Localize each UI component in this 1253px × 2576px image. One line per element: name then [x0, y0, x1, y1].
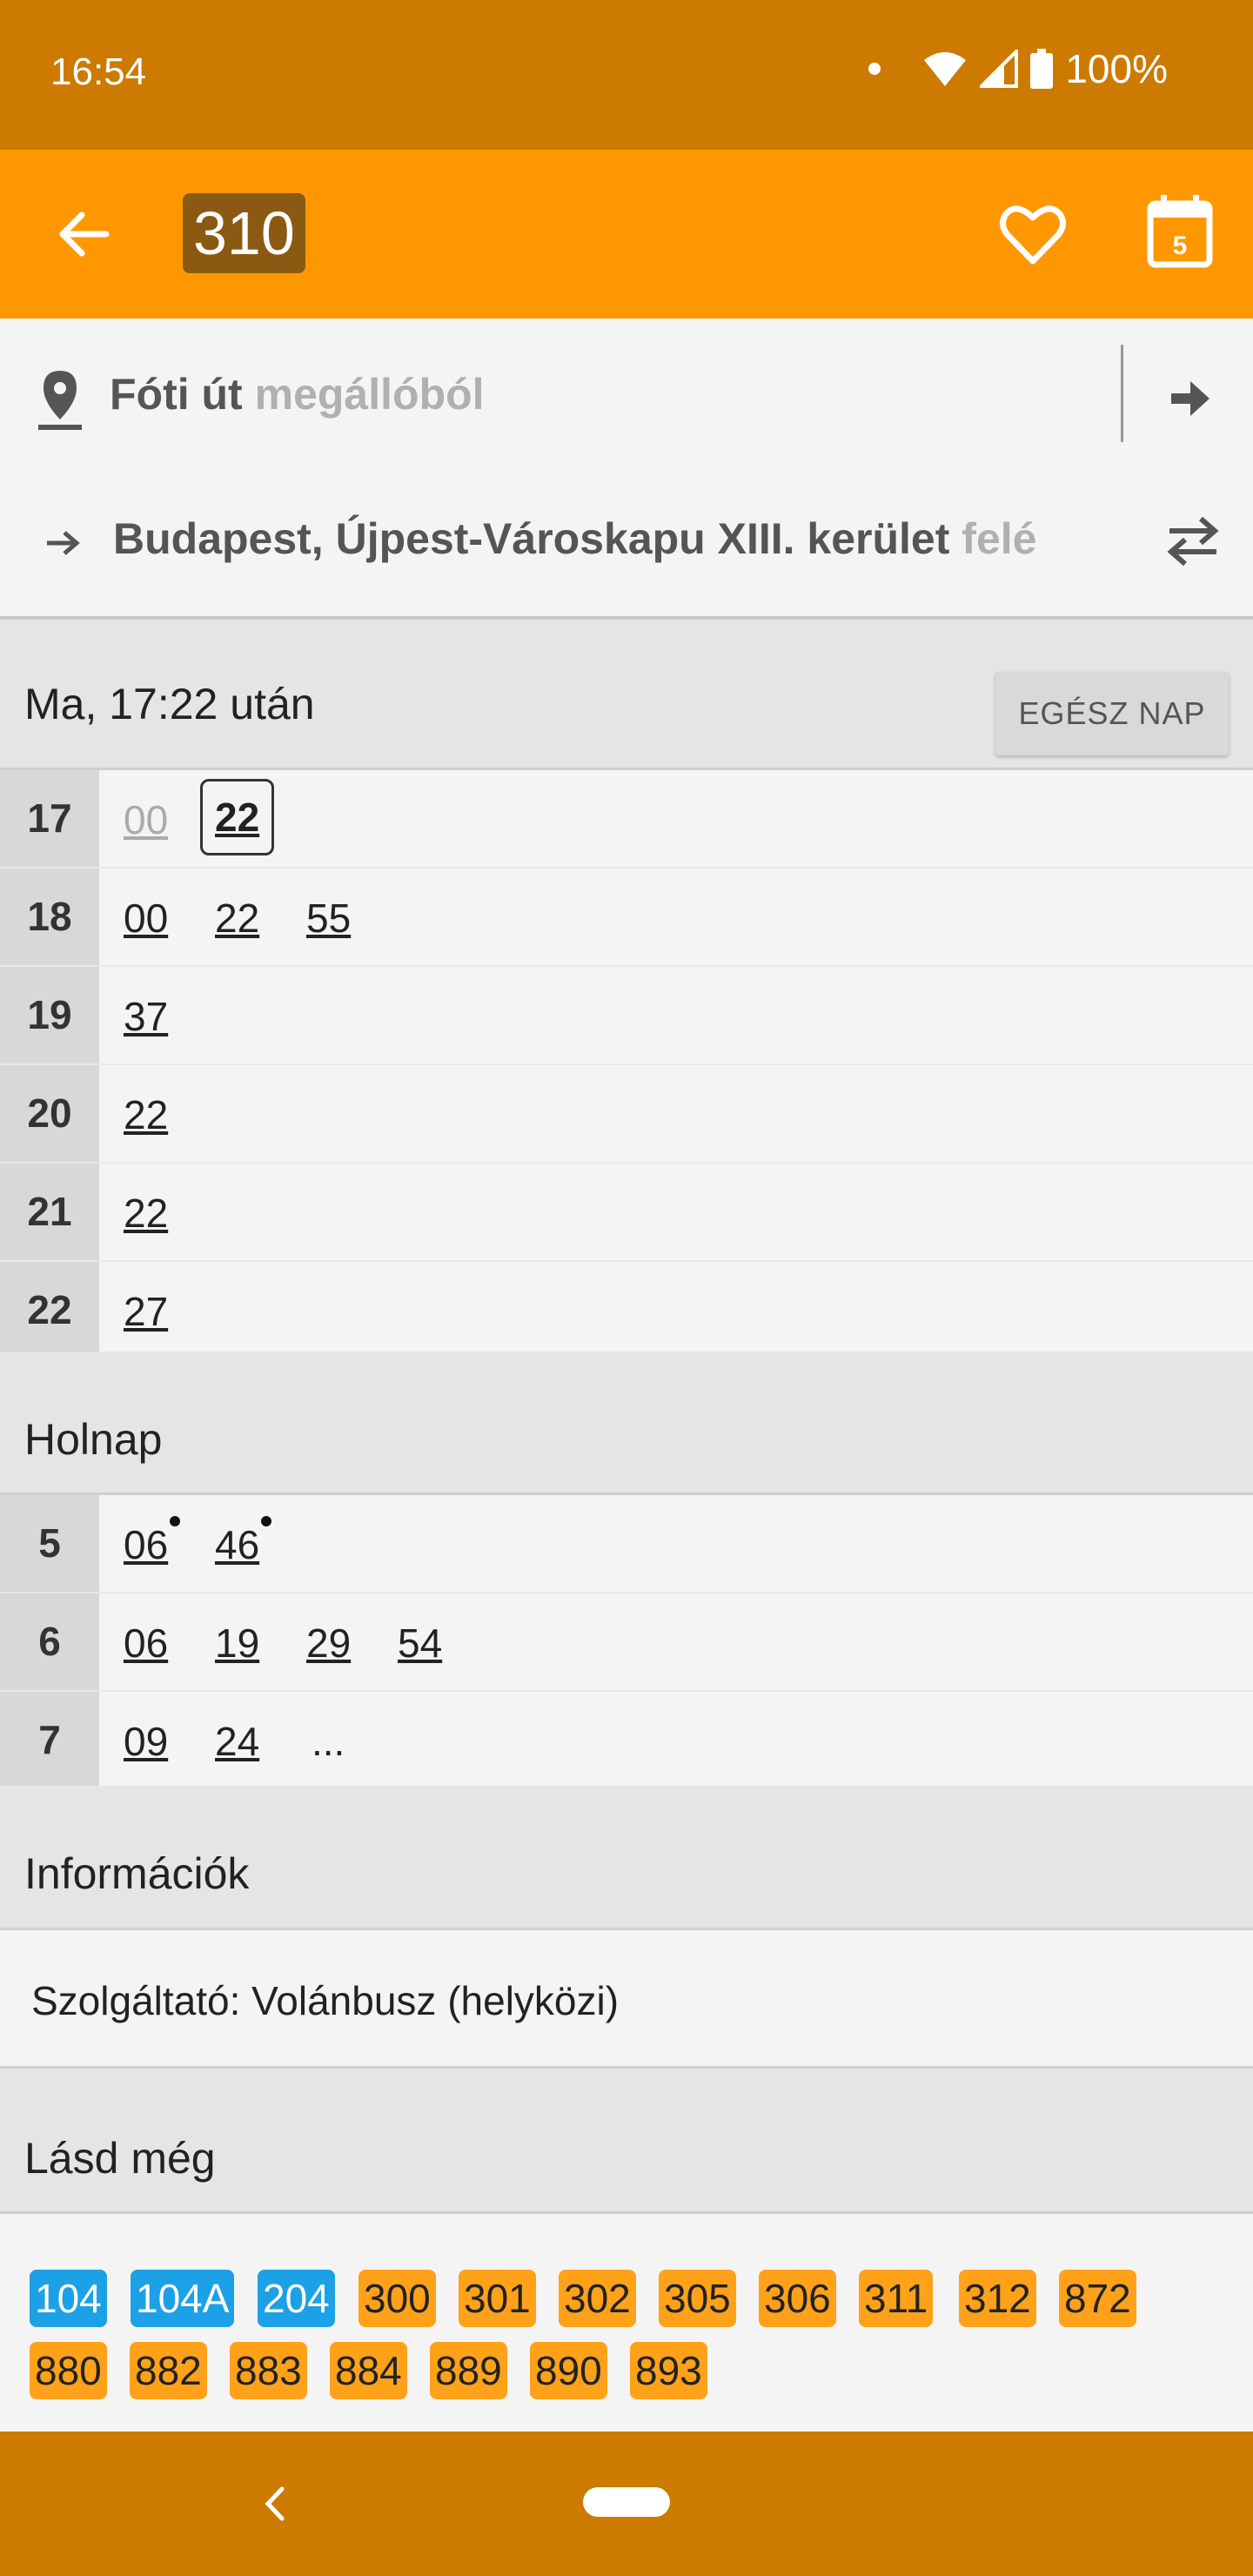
hour-label: 21: [0, 1164, 99, 1260]
svg-text:5: 5: [1173, 231, 1188, 260]
hour-label: 5: [0, 1495, 99, 1592]
timetable-row: 20 22: [0, 1065, 1253, 1164]
nav-back-icon[interactable]: [258, 2484, 292, 2524]
hour-label: 17: [0, 770, 99, 867]
location-pin-icon: [38, 371, 82, 430]
today-section-header: Ma, 17:22 után EGÉSZ NAP: [0, 620, 1253, 770]
operator-text: Szolgáltató: Volánbusz (helyközi): [31, 1978, 620, 2023]
hour-label: 22: [0, 1262, 99, 1358]
battery-percent: 100%: [1065, 46, 1168, 91]
see-also-section-header: Lásd még: [0, 2069, 1253, 2214]
see-also-header: Lásd még: [24, 2134, 216, 2183]
nav-home-pill[interactable]: [583, 2487, 670, 2517]
timetable-row: 5 06 46: [0, 1495, 1253, 1593]
departure-minute[interactable]: 24: [215, 1718, 259, 1765]
route-number-badge: 310: [183, 193, 305, 273]
route-chip[interactable]: 301: [459, 2270, 536, 2327]
departure-minute[interactable]: 22: [124, 1091, 168, 1138]
route-chip[interactable]: 104: [30, 2270, 107, 2327]
departure-minute[interactable]: 09: [124, 1718, 168, 1765]
direction-arrow-icon: [47, 531, 80, 555]
tomorrow-section-header: Holnap: [0, 1352, 1253, 1495]
route-chip[interactable]: 893: [630, 2342, 707, 2399]
route-chip[interactable]: 302: [559, 2270, 636, 2327]
divider: [1121, 345, 1123, 442]
departure-minute[interactable]: 00: [124, 796, 168, 843]
today-header: Ma, 17:22 után: [24, 680, 315, 728]
hour-label: 7: [0, 1692, 99, 1788]
all-day-button[interactable]: EGÉSZ NAP: [995, 672, 1229, 755]
route-chip[interactable]: 204: [258, 2270, 335, 2327]
timetable-row: 22 27: [0, 1262, 1253, 1358]
calendar-icon[interactable]: 5: [1147, 193, 1213, 268]
stop-suffix: megállóból: [254, 370, 485, 419]
favorite-heart-icon[interactable]: [999, 200, 1067, 268]
back-arrow-icon[interactable]: [54, 204, 115, 265]
timetable-row: 7 09 24 ...: [0, 1692, 1253, 1788]
stop-name: Fóti út: [110, 370, 243, 419]
departure-minute[interactable]: 06: [124, 1516, 181, 1568]
departure-minute[interactable]: 06: [124, 1620, 168, 1667]
tomorrow-timetable: 5 06 46 6 06 19 29 54 7 09 24 ...: [0, 1495, 1253, 1791]
status-time: 16:54: [50, 50, 147, 93]
departure-minute-selected[interactable]: 22: [200, 779, 275, 855]
hour-label: 20: [0, 1065, 99, 1162]
departure-minute[interactable]: 22: [124, 1190, 168, 1237]
route-chip[interactable]: 104A: [131, 2270, 235, 2327]
related-routes: 104 104A 204 300 301 302 305 306 311 312…: [0, 2214, 1253, 2432]
departure-minute[interactable]: 19: [215, 1620, 259, 1667]
departure-minute[interactable]: 54: [398, 1620, 442, 1667]
system-nav-bar: [0, 2432, 1253, 2576]
route-chip[interactable]: 311: [859, 2270, 934, 2327]
timetable-row: 6 06 19 29 54: [0, 1593, 1253, 1692]
route-chip[interactable]: 306: [759, 2270, 836, 2327]
tomorrow-header: Holnap: [24, 1415, 163, 1464]
signal-icon: [980, 50, 1019, 88]
departure-minute[interactable]: 29: [306, 1620, 351, 1667]
route-chip[interactable]: 872: [1059, 2270, 1136, 2327]
route-chip[interactable]: 312: [959, 2270, 1036, 2327]
today-timetable: 17 00 22 18 00 22 55 19 37 20 22 21 22 2…: [0, 770, 1253, 1361]
departure-minute[interactable]: 00: [124, 895, 168, 942]
route-chip[interactable]: 305: [659, 2270, 736, 2327]
notification-dot-icon: [868, 63, 881, 75]
route-chip[interactable]: 890: [530, 2342, 607, 2399]
stop-row[interactable]: Fóti út megállóból: [0, 319, 1253, 473]
hour-label: 18: [0, 869, 99, 965]
more-departures[interactable]: ...: [312, 1718, 345, 1765]
app-bar: 310 5: [0, 150, 1253, 319]
direction-suffix: felé: [962, 514, 1037, 563]
info-header: Információk: [24, 1849, 250, 1898]
route-chip[interactable]: 880: [30, 2342, 107, 2399]
departure-minute[interactable]: 22: [215, 895, 259, 942]
battery-icon: [1030, 49, 1054, 89]
hour-label: 6: [0, 1593, 99, 1690]
operator-row: Szolgáltató: Volánbusz (helyközi): [0, 1930, 1253, 2069]
timetable-row: 19 37: [0, 967, 1253, 1065]
timetable-row: 18 00 22 55: [0, 869, 1253, 967]
route-chip[interactable]: 889: [430, 2342, 507, 2399]
departure-minute[interactable]: 46: [215, 1516, 272, 1568]
note-dot-icon: [261, 1516, 272, 1526]
departure-minute[interactable]: 55: [306, 895, 351, 942]
route-chip[interactable]: 882: [130, 2342, 207, 2399]
departure-minute[interactable]: 37: [124, 993, 168, 1040]
route-chip[interactable]: 300: [358, 2270, 436, 2327]
info-section-header: Információk: [0, 1786, 1253, 1930]
direction-row[interactable]: Budapest, Újpest-Városkapu XIII. kerület…: [0, 473, 1253, 620]
swap-direction-icon[interactable]: [1163, 513, 1223, 569]
timetable-row: 17 00 22: [0, 770, 1253, 869]
timetable-row: 21 22: [0, 1164, 1253, 1262]
departure-minute[interactable]: 27: [124, 1288, 168, 1335]
route-chip[interactable]: 884: [330, 2342, 407, 2399]
forward-arrow-icon[interactable]: [1166, 374, 1215, 423]
direction-name: Budapest, Újpest-Városkapu XIII. kerület: [113, 514, 950, 563]
note-dot-icon: [170, 1516, 181, 1526]
wifi-icon: [924, 52, 967, 86]
status-bar: 16:54 100%: [0, 0, 1253, 150]
hour-label: 19: [0, 967, 99, 1063]
route-chip[interactable]: 883: [230, 2342, 307, 2399]
